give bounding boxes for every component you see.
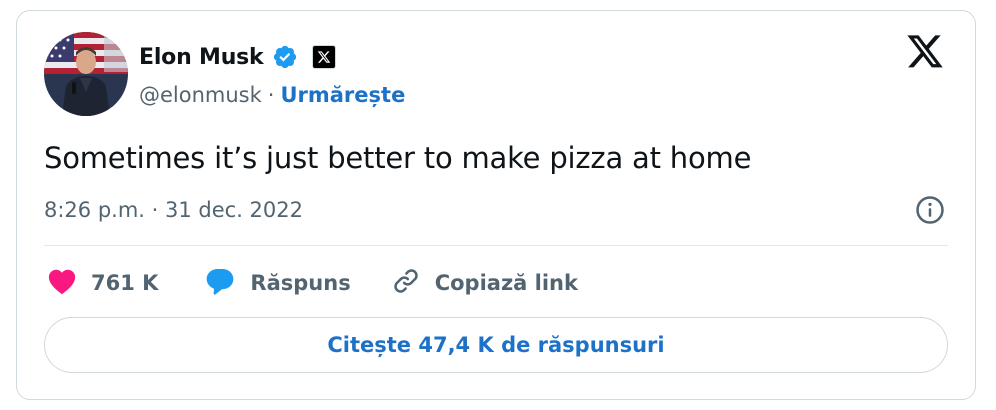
verified-badge-icon — [272, 44, 298, 70]
tweet-actions: 761 K Răspuns Copiază link — [47, 263, 578, 303]
tweet-timestamp[interactable]: 8:26 p.m. · 31 dec. 2022 — [44, 198, 303, 222]
heart-icon — [47, 267, 77, 300]
reply-bubble-icon — [204, 266, 236, 301]
x-logo-icon[interactable] — [905, 35, 945, 75]
tweet-text: Sometimes it’s just better to make pizza… — [44, 141, 752, 175]
link-icon — [391, 266, 421, 301]
reply-label: Răspuns — [250, 271, 351, 295]
author-handle[interactable]: @elonmusk — [139, 83, 262, 107]
info-icon[interactable] — [915, 195, 945, 229]
x-affiliate-badge-icon — [311, 45, 336, 69]
author-display-name[interactable]: Elon Musk — [139, 45, 264, 70]
reply-button[interactable]: Răspuns — [204, 266, 351, 301]
avatar-photo-icon — [44, 32, 128, 116]
tweet-embed-card: Elon Musk @elonmusk · Urmărește Sometime… — [16, 10, 976, 400]
copy-link-label: Copiază link — [434, 271, 578, 295]
handle-separator: · — [267, 83, 275, 107]
author-avatar[interactable] — [44, 32, 128, 116]
author-handle-row: @elonmusk · Urmărește — [139, 83, 405, 107]
read-replies-button[interactable]: Citește 47,4 K de răspunsuri — [44, 317, 948, 373]
divider — [44, 245, 948, 246]
like-count: 761 K — [91, 271, 159, 295]
follow-link[interactable]: Urmărește — [280, 83, 405, 107]
like-button[interactable]: 761 K — [47, 267, 158, 300]
copy-link-button[interactable]: Copiază link — [391, 266, 578, 301]
author-name-row: Elon Musk — [139, 40, 336, 74]
